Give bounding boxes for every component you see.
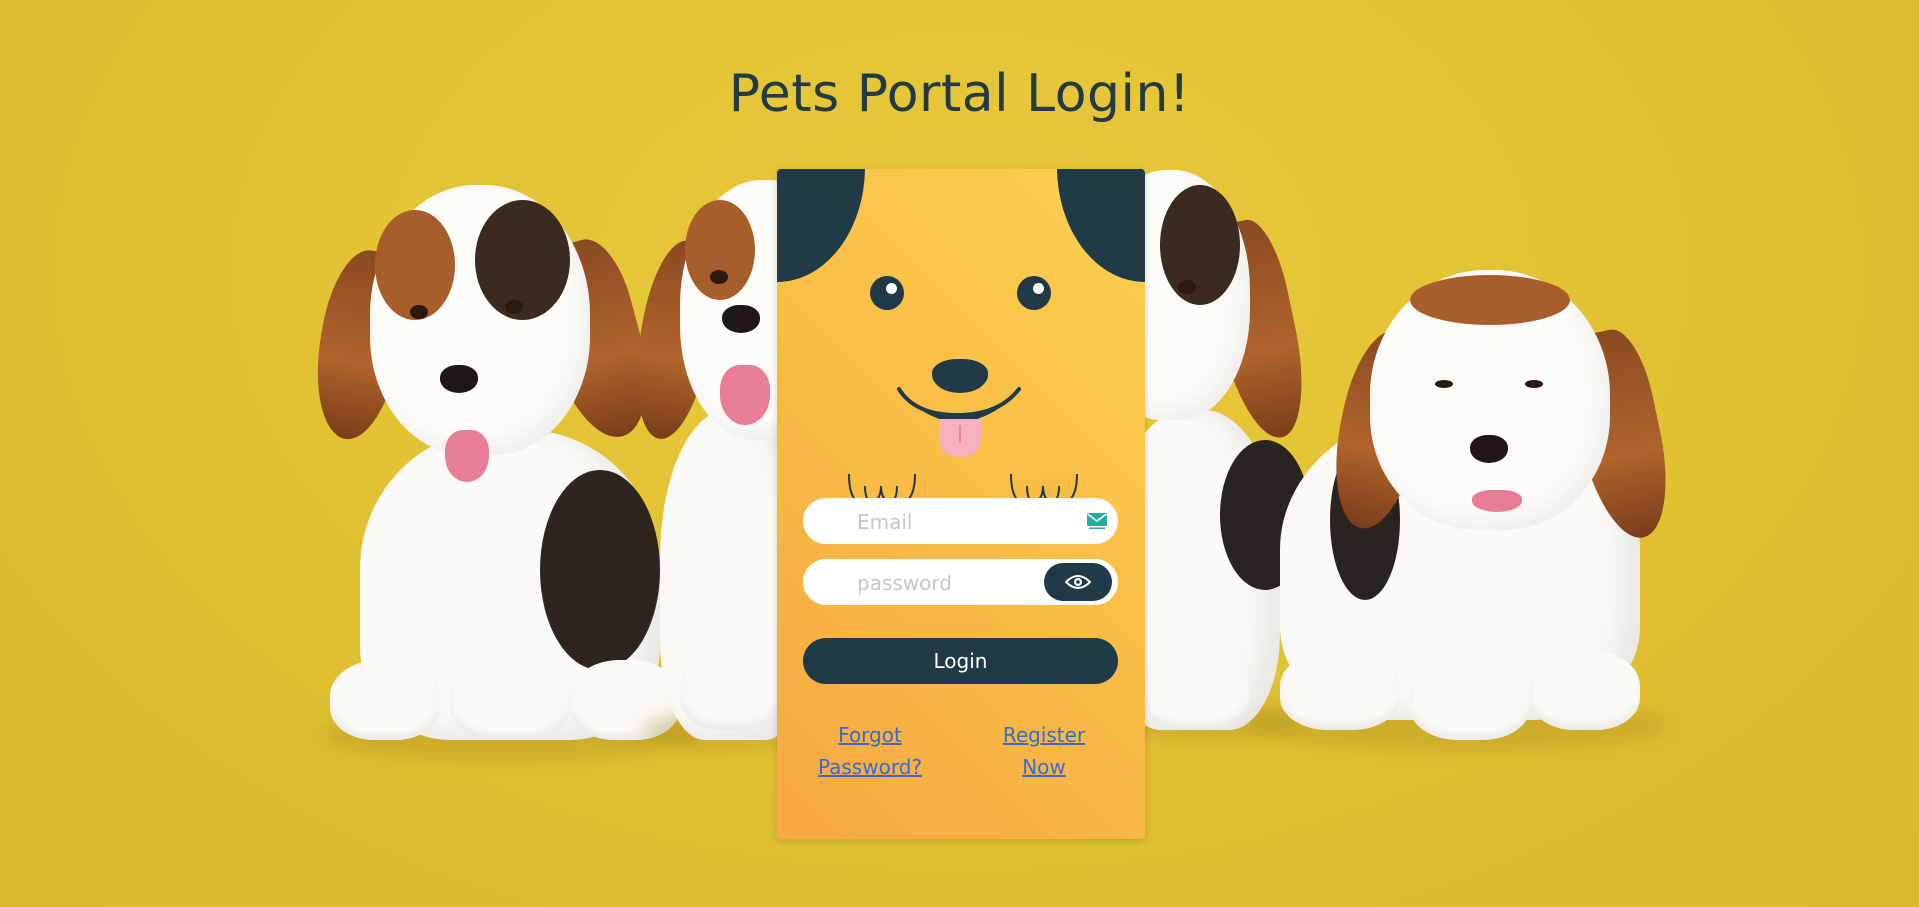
- dog-ear-right: [1057, 169, 1145, 282]
- password-field: [803, 559, 1118, 607]
- email-input[interactable]: [855, 498, 1059, 546]
- password-input[interactable]: [855, 559, 1059, 607]
- register-now-link[interactable]: Register Now: [989, 719, 1099, 783]
- eye-icon: [1065, 575, 1091, 589]
- dog-eye-right: [1017, 276, 1051, 310]
- dog-tongue: [939, 419, 981, 457]
- login-button[interactable]: Login: [803, 638, 1118, 684]
- register-line1: Register: [1002, 723, 1086, 747]
- dog-ear-left: [777, 169, 865, 282]
- show-password-button[interactable]: [1044, 563, 1112, 601]
- mail-icon: [1087, 513, 1107, 529]
- email-field: [803, 498, 1118, 546]
- login-page: Pets Portal Login! Email Login Forgot Pa…: [0, 0, 1919, 907]
- dog-eye-left: [870, 276, 904, 310]
- forgot-password-line1: Forgot: [838, 723, 902, 747]
- login-card: Login Forgot Password? Register Now: [777, 169, 1145, 839]
- forgot-password-line2: Password?: [817, 755, 923, 779]
- puppy-right: [1250, 270, 1681, 750]
- page-title: Pets Portal Login!: [728, 64, 1191, 124]
- forgot-password-link[interactable]: Forgot Password?: [815, 719, 925, 783]
- register-line2: Now: [1022, 755, 1066, 779]
